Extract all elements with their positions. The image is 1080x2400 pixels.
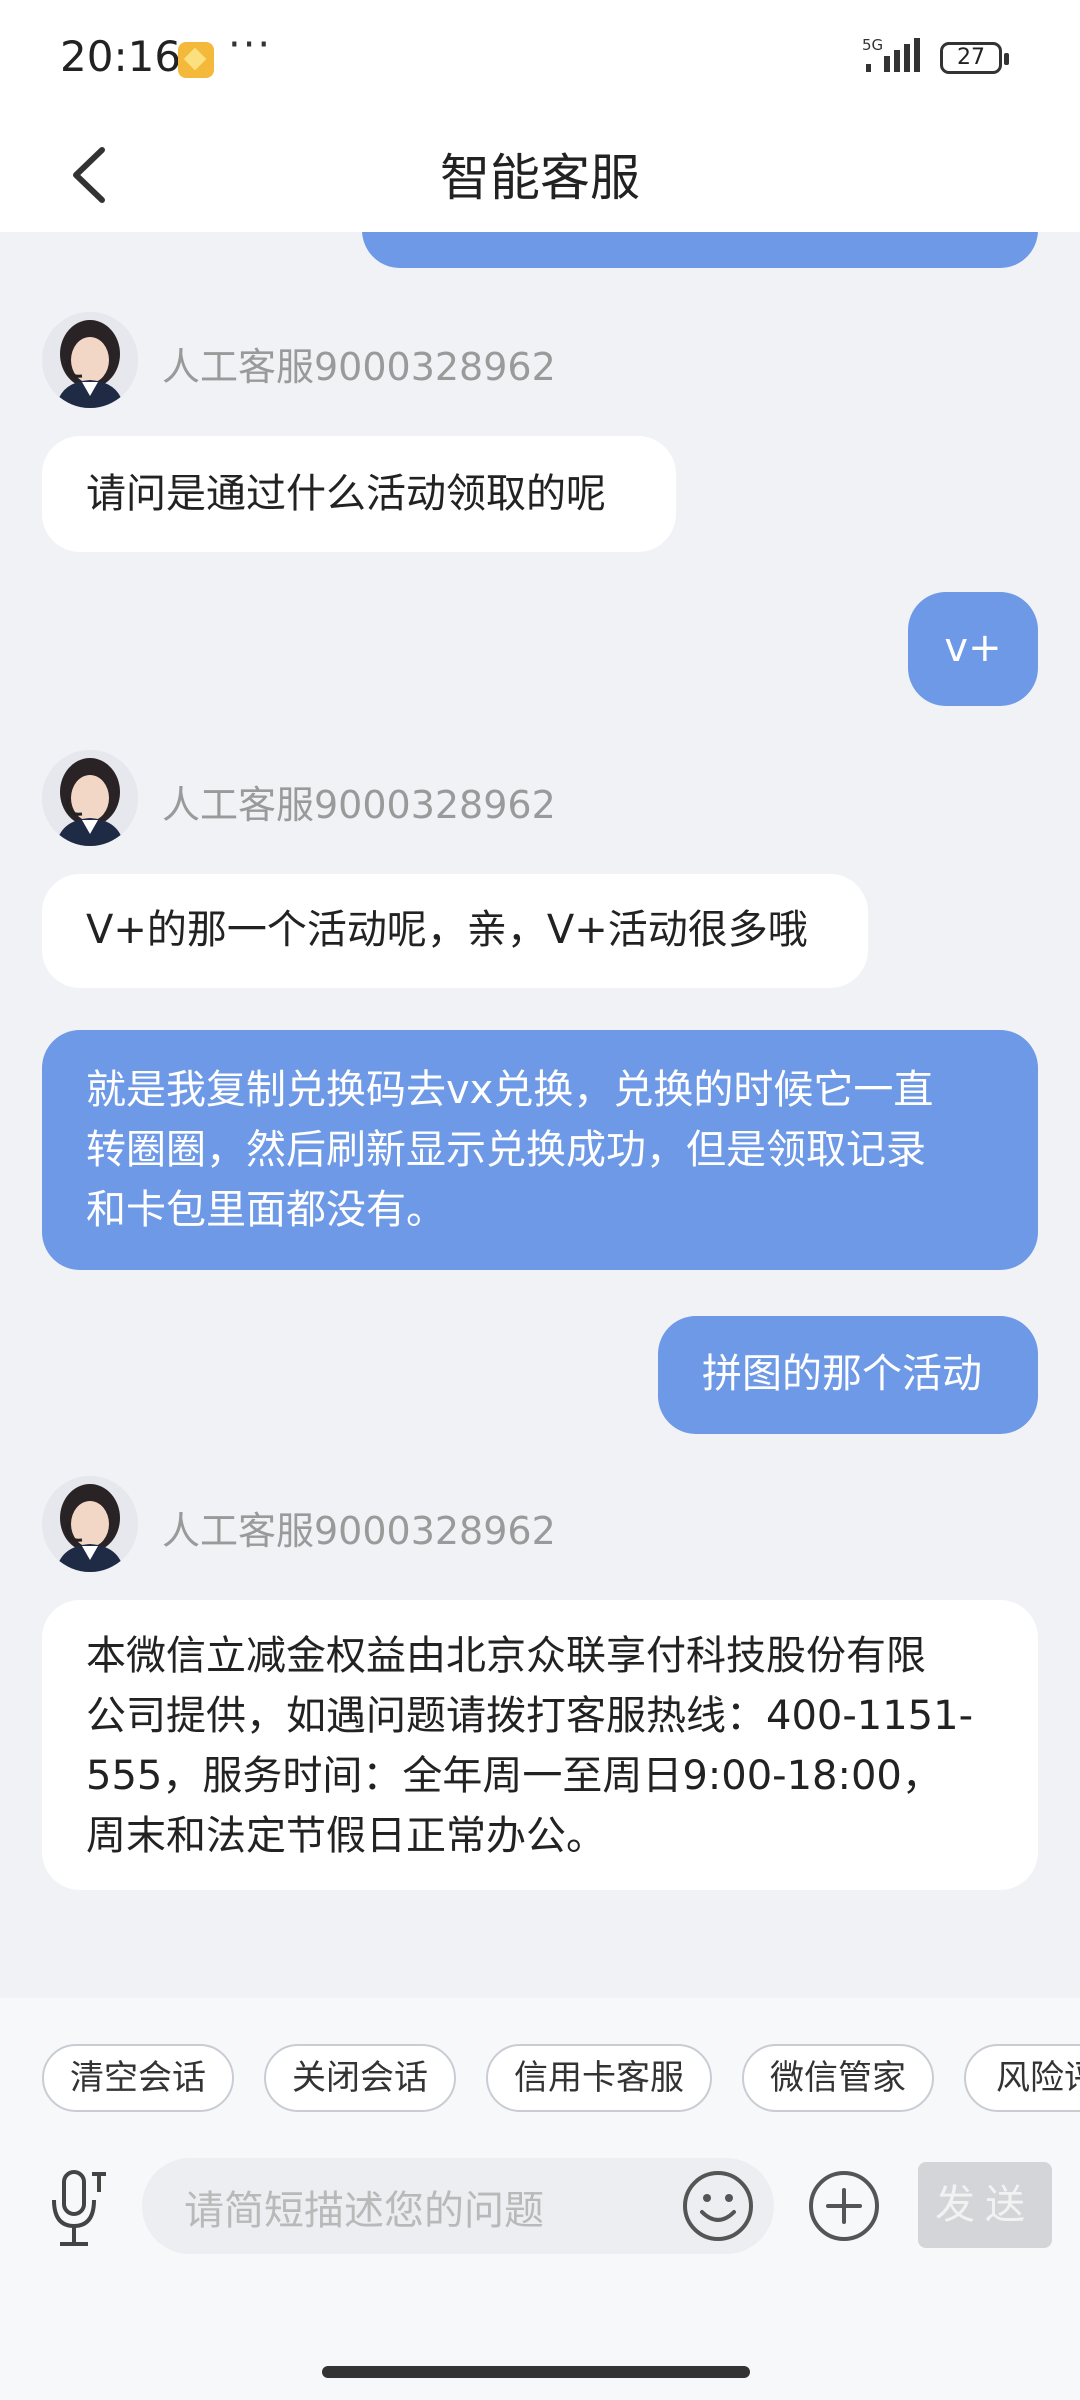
plus-icon[interactable] (806, 2168, 882, 2244)
message-line: 转圈圈，然后刷新显示兑换成功，但是领取记录 (86, 1127, 926, 1173)
nav-header: 智能客服 (0, 118, 1080, 232)
signal-icon: 5G (862, 36, 920, 72)
message-input-placeholder: 请简短描述您的问题 (184, 2188, 544, 2234)
battery-icon: 27 (940, 42, 1009, 74)
message-text: v+ (944, 625, 1002, 671)
agent-avatar[interactable] (42, 750, 138, 846)
quick-actions-bar[interactable]: 清空会话 关闭会话 信用卡客服 微信管家 风险评 (0, 2044, 1080, 2116)
status-more-icon: ··· (228, 22, 273, 68)
message-line: 本微信立减金权益由北京众联享付科技股份有限 (86, 1633, 926, 1679)
user-message-bubble: v+ (908, 592, 1038, 706)
quick-action-close-chat[interactable]: 关闭会话 (264, 2044, 456, 2112)
message-line: 周末和法定节假日正常办公。 (86, 1813, 606, 1859)
quick-action-clear-chat[interactable]: 清空会话 (42, 2044, 234, 2112)
quick-action-credit-card-service[interactable]: 信用卡客服 (486, 2044, 712, 2112)
notification-app-icon (178, 42, 214, 78)
message-text: 拼图的那个活动 (702, 1351, 982, 1397)
agent-avatar[interactable] (42, 312, 138, 408)
user-message-bubble: 就是我复制兑换码去vx兑换，兑换的时候它一直 转圈圈，然后刷新显示兑换成功，但是… (42, 1030, 1038, 1270)
agent-name-label: 人工客服9000328962 (162, 345, 556, 389)
user-message-bubble (362, 232, 1038, 268)
message-line: 和卡包里面都没有。 (86, 1187, 446, 1233)
chat-area[interactable]: 人工客服9000328962 请问是通过什么活动领取的呢 v+ 人工客服9000… (0, 232, 1080, 1998)
send-button[interactable]: 发送 (918, 2162, 1052, 2248)
agent-avatar[interactable] (42, 1476, 138, 1572)
user-message-bubble: 拼图的那个活动 (658, 1316, 1038, 1434)
network-type-label: 5G (862, 36, 883, 54)
agent-message-bubble: V+的那一个活动呢，亲，V+活动很多哦 (42, 874, 868, 988)
message-line: 555，服务时间：全年周一至周日9:00-18:00， (86, 1753, 942, 1799)
agent-message-bubble: 请问是通过什么活动领取的呢 (42, 436, 676, 552)
quick-action-risk[interactable]: 风险评 (964, 2044, 1080, 2112)
agent-name-label: 人工客服9000328962 (162, 783, 556, 827)
microphone-icon[interactable] (44, 2168, 112, 2248)
message-line: 公司提供，如遇问题请拨打客服热线：400-1151- (86, 1693, 974, 1739)
input-panel: 清空会话 关闭会话 信用卡客服 微信管家 风险评 请简短描述您的问题 发送 (0, 1998, 1080, 2400)
message-text: 请问是通过什么活动领取的呢 (86, 471, 606, 517)
status-bar: 20:16 ··· 5G 27 (0, 0, 1080, 118)
agent-name-label: 人工客服9000328962 (162, 1509, 556, 1553)
quick-action-wechat-manager[interactable]: 微信管家 (742, 2044, 934, 2112)
message-text: V+的那一个活动呢，亲，V+活动很多哦 (86, 907, 808, 953)
status-time: 20:16 (60, 32, 182, 81)
home-indicator[interactable] (322, 2366, 750, 2378)
page-title: 智能客服 (440, 149, 640, 207)
message-line: 就是我复制兑换码去vx兑换，兑换的时候它一直 (86, 1067, 934, 1113)
smile-icon[interactable] (680, 2168, 756, 2244)
agent-message-bubble: 本微信立减金权益由北京众联享付科技股份有限 公司提供，如遇问题请拨打客服热线：4… (42, 1600, 1038, 1890)
